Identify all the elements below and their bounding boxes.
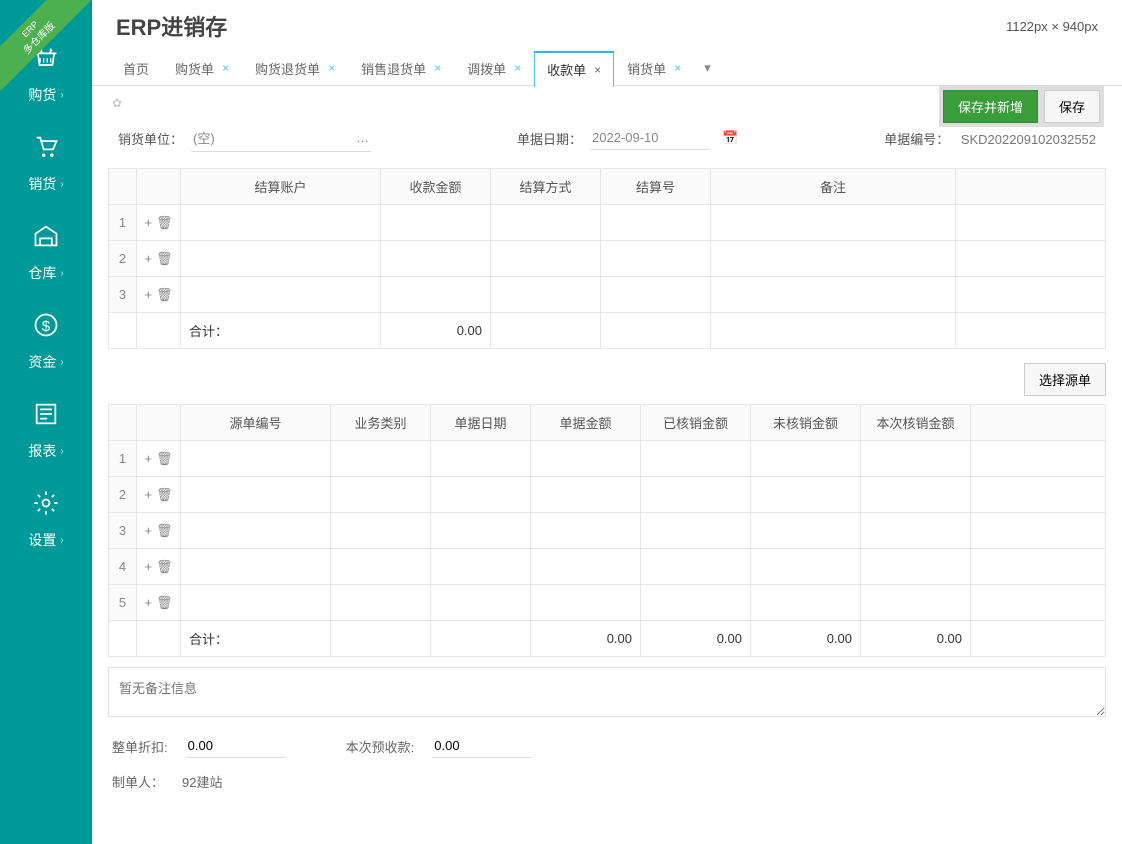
svg-text:$: $ xyxy=(42,318,51,335)
delete-row-icon[interactable]: 🗑 xyxy=(156,559,173,574)
remark-textarea[interactable] xyxy=(108,667,1106,717)
save-and-add-button[interactable]: 保存并新增 xyxy=(943,90,1038,123)
table-row: 1+🗑 xyxy=(109,441,1106,477)
doc-date-field: 单据日期： 2022-09-10 📅 xyxy=(517,126,738,150)
prepay-field: 本次预收款: xyxy=(346,734,533,758)
tab-home[interactable]: 首页 xyxy=(110,50,162,86)
add-row-icon[interactable]: + xyxy=(144,595,152,610)
sales-unit-input[interactable]: (空) … xyxy=(191,124,371,152)
prepay-input[interactable] xyxy=(432,734,532,758)
close-icon[interactable]: × xyxy=(222,61,229,75)
dimensions-label: 1122px × 940px xyxy=(1006,19,1098,34)
table-row: 2+🗑 xyxy=(109,241,1106,277)
tab-purchase[interactable]: 购货单× xyxy=(162,50,242,86)
delete-row-icon[interactable]: 🗑 xyxy=(156,595,173,610)
table-row: 1+🗑 xyxy=(109,205,1106,241)
delete-row-icon[interactable]: 🗑 xyxy=(156,487,173,502)
source-table: 源单编号 业务类别 单据日期 单据金额 已核销金额 未核销金额 本次核销金额 1… xyxy=(108,404,1106,657)
table-row: 3+🗑 xyxy=(109,513,1106,549)
cart-icon xyxy=(32,133,60,168)
close-icon[interactable]: × xyxy=(594,63,601,77)
sidebar-item-label: 仓库 xyxy=(28,263,56,283)
delete-row-icon[interactable]: 🗑 xyxy=(156,215,173,230)
add-row-icon[interactable]: + xyxy=(144,451,152,466)
close-icon[interactable]: × xyxy=(674,61,681,75)
table-row: 2+🗑 xyxy=(109,477,1106,513)
sidebar: 购货› 销货› 仓库› $ 资金› 报表› 设置› xyxy=(0,0,92,844)
total-row: 合计：0.000.000.000.00 xyxy=(109,621,1106,657)
report-icon xyxy=(32,400,60,435)
discount-input[interactable] xyxy=(186,734,286,758)
discount-field: 整单折扣: xyxy=(112,734,286,758)
version-ribbon: ERP 多仓库版 xyxy=(0,0,90,90)
doc-date-label: 单据日期： xyxy=(517,129,582,148)
save-button[interactable]: 保存 xyxy=(1044,90,1100,123)
sidebar-item-label: 销货 xyxy=(28,174,56,194)
settings-icon[interactable]: ✿ xyxy=(112,96,122,110)
money-icon: $ xyxy=(32,311,60,346)
close-icon[interactable]: × xyxy=(328,61,335,75)
tab-sales-return[interactable]: 销售退货单× xyxy=(348,50,454,86)
chevron-right-icon: › xyxy=(60,535,63,546)
add-row-icon[interactable]: + xyxy=(144,251,152,266)
close-icon[interactable]: × xyxy=(514,61,521,75)
lookup-icon[interactable]: … xyxy=(356,130,369,145)
sidebar-item-settings[interactable]: 设置 › xyxy=(0,475,92,564)
tab-purchase-return[interactable]: 购货退货单× xyxy=(242,50,348,86)
tab-sales[interactable]: 销货单× xyxy=(614,50,694,86)
tab-bar: 首页 购货单× 购货退货单× 销售退货单× 调拨单× 收款单× 销货单× ▾ xyxy=(92,50,1122,86)
app-title: ERP进销存 xyxy=(116,10,227,42)
chevron-right-icon: › xyxy=(60,446,63,457)
sidebar-item-label: 资金 xyxy=(28,352,56,372)
sidebar-item-money[interactable]: $ 资金 › xyxy=(0,297,92,386)
calendar-icon[interactable]: 📅 xyxy=(722,130,738,146)
table-row: 5+🗑 xyxy=(109,585,1106,621)
add-row-icon[interactable]: + xyxy=(144,487,152,502)
delete-row-icon[interactable]: 🗑 xyxy=(156,251,173,266)
delete-row-icon[interactable]: 🗑 xyxy=(156,287,173,302)
add-row-icon[interactable]: + xyxy=(144,287,152,302)
doc-number-field: 单据编号： SKD202209102032552 xyxy=(884,129,1096,148)
chevron-right-icon: › xyxy=(60,90,63,101)
add-row-icon[interactable]: + xyxy=(144,215,152,230)
warehouse-icon xyxy=(32,222,60,257)
sidebar-item-label: 设置 xyxy=(28,530,56,550)
sales-unit-field: 销货单位： (空) … xyxy=(118,124,371,152)
table-row: 3+🗑 xyxy=(109,277,1106,313)
table-row: 4+🗑 xyxy=(109,549,1106,585)
sales-unit-label: 销货单位： xyxy=(118,129,183,148)
creator-field: 制单人： 92建站 xyxy=(112,772,222,791)
chevron-right-icon: › xyxy=(60,357,63,368)
chevron-right-icon: › xyxy=(60,179,63,190)
delete-row-icon[interactable]: 🗑 xyxy=(156,523,173,538)
tab-transfer[interactable]: 调拨单× xyxy=(454,50,534,86)
sidebar-item-report[interactable]: 报表 › xyxy=(0,386,92,475)
tab-receipt[interactable]: 收款单× xyxy=(534,51,614,87)
select-source-button[interactable]: 选择源单 xyxy=(1024,363,1106,396)
close-icon[interactable]: × xyxy=(434,61,441,75)
sidebar-item-warehouse[interactable]: 仓库 › xyxy=(0,208,92,297)
tab-more-dropdown[interactable]: ▾ xyxy=(694,60,721,76)
sidebar-item-sales[interactable]: 销货 › xyxy=(0,119,92,208)
chevron-right-icon: › xyxy=(60,268,63,279)
add-row-icon[interactable]: + xyxy=(144,559,152,574)
add-row-icon[interactable]: + xyxy=(144,523,152,538)
gear-icon xyxy=(32,489,60,524)
doc-date-input[interactable]: 2022-09-10 xyxy=(590,126,710,150)
delete-row-icon[interactable]: 🗑 xyxy=(156,451,173,466)
sidebar-item-label: 报表 xyxy=(28,441,56,461)
settlement-table: 结算账户 收款金额 结算方式 结算号 备注 1+🗑 2+🗑 3+🗑 合计：0.0… xyxy=(108,168,1106,349)
total-row: 合计：0.00 xyxy=(109,313,1106,349)
